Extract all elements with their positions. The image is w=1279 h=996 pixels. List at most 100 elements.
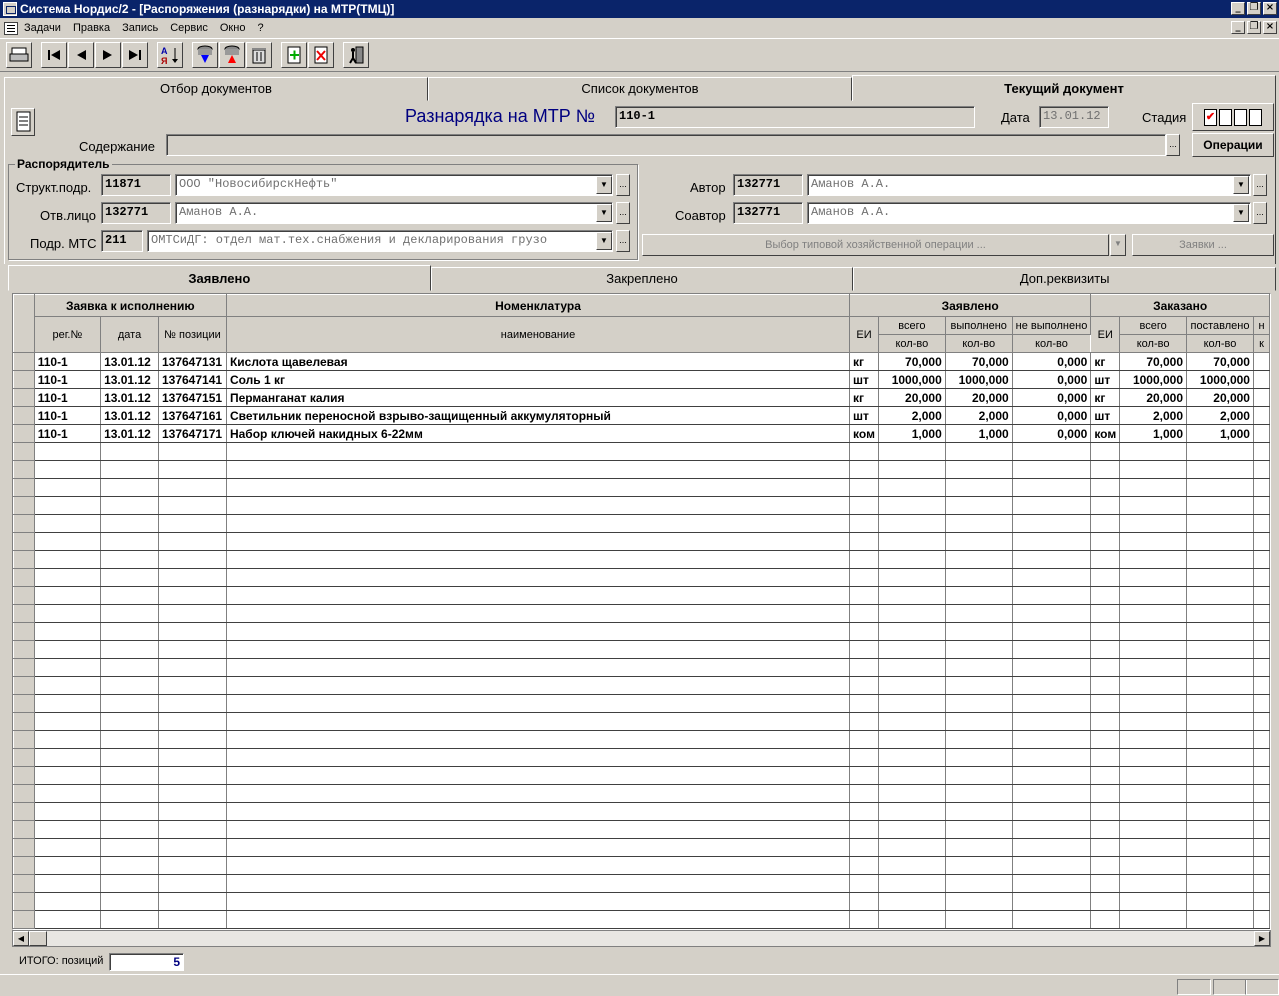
- cell-reg-number[interactable]: [33, 586, 102, 605]
- cell-date[interactable]: 13.01.12: [100, 424, 159, 443]
- cell-name[interactable]: [225, 730, 851, 749]
- cell-ordered-unit[interactable]: [1090, 568, 1121, 587]
- cell-ordered-delivered[interactable]: [1186, 658, 1254, 677]
- row-indicator[interactable]: [13, 910, 35, 929]
- table-row[interactable]: [13, 838, 1270, 857]
- cell-position-number[interactable]: [157, 658, 227, 677]
- struct-name-field[interactable]: ООО "НовосибирскНефть": [175, 174, 613, 196]
- cell-position-number[interactable]: 137647131: [157, 352, 227, 371]
- cell-ordered-total[interactable]: [1119, 568, 1188, 587]
- table-row[interactable]: [13, 622, 1270, 641]
- row-indicator[interactable]: [13, 352, 35, 371]
- cell-name[interactable]: [225, 532, 851, 551]
- table-row[interactable]: [13, 802, 1270, 821]
- table-row[interactable]: [13, 784, 1270, 803]
- cell-date[interactable]: [100, 676, 159, 695]
- cell-name[interactable]: [225, 874, 851, 893]
- menu-service[interactable]: Сервис: [170, 22, 208, 34]
- cell-ordered-unit[interactable]: [1090, 766, 1121, 785]
- mts-browse-button[interactable]: ...: [616, 230, 630, 252]
- cell-ordered-unit[interactable]: [1090, 514, 1121, 533]
- cell-ordered-unit[interactable]: [1090, 838, 1121, 857]
- row-indicator[interactable]: [13, 478, 35, 497]
- cell-position-number[interactable]: [157, 478, 227, 497]
- cell-declared-total[interactable]: [877, 532, 946, 551]
- cell-declared-done[interactable]: [944, 748, 1013, 767]
- cell-position-number[interactable]: [157, 586, 227, 605]
- cell-declared-not-done[interactable]: [1011, 622, 1092, 641]
- table-row[interactable]: [13, 676, 1270, 695]
- cell-unit[interactable]: [849, 586, 879, 605]
- cell-position-number[interactable]: [157, 694, 227, 713]
- row-indicator[interactable]: [13, 838, 35, 857]
- row-indicator[interactable]: [13, 442, 35, 461]
- cell-date[interactable]: [100, 838, 159, 857]
- struct-dropdown-icon[interactable]: ▼: [596, 176, 612, 194]
- table-row[interactable]: 110-1 13.01.12 137647141 Соль 1 кг шт 1000,00…: [13, 370, 1270, 389]
- cell-ordered-delivered[interactable]: [1186, 460, 1254, 479]
- cell-declared-done[interactable]: [944, 802, 1013, 821]
- table-row[interactable]: [13, 640, 1270, 659]
- cell-name[interactable]: [225, 514, 851, 533]
- save-down-icon[interactable]: [192, 42, 218, 68]
- delete-record-icon[interactable]: [308, 42, 334, 68]
- table-row[interactable]: 110-1 13.01.12 137647151 Перманганат калия к…: [13, 388, 1270, 407]
- cell-extra[interactable]: [1252, 586, 1270, 605]
- table-row[interactable]: [13, 730, 1270, 749]
- row-indicator[interactable]: [13, 874, 35, 893]
- table-row[interactable]: [13, 712, 1270, 731]
- cell-ordered-total[interactable]: [1119, 532, 1188, 551]
- cell-reg-number[interactable]: 110-1: [33, 424, 102, 443]
- cell-declared-not-done[interactable]: [1011, 514, 1092, 533]
- cell-declared-done[interactable]: [944, 892, 1013, 911]
- cell-declared-total[interactable]: 2,000: [877, 406, 946, 425]
- col-unit[interactable]: ЕИ: [849, 316, 879, 353]
- cell-unit[interactable]: [849, 838, 879, 857]
- cell-extra[interactable]: [1252, 730, 1270, 749]
- cell-declared-not-done[interactable]: [1011, 532, 1092, 551]
- cell-reg-number[interactable]: [33, 856, 102, 875]
- cell-declared-done[interactable]: [944, 532, 1013, 551]
- cell-declared-not-done[interactable]: [1011, 838, 1092, 857]
- tab-document-filter[interactable]: Отбор документов: [4, 77, 428, 101]
- cell-extra[interactable]: [1252, 478, 1270, 497]
- cell-extra[interactable]: [1252, 892, 1270, 911]
- table-row[interactable]: [13, 892, 1270, 911]
- cell-extra[interactable]: [1252, 460, 1270, 479]
- cell-ordered-unit[interactable]: [1090, 496, 1121, 515]
- cell-unit[interactable]: [849, 676, 879, 695]
- cell-declared-total[interactable]: [877, 676, 946, 695]
- cell-ordered-delivered[interactable]: [1186, 694, 1254, 713]
- cell-ordered-unit[interactable]: [1090, 550, 1121, 569]
- horizontal-scrollbar[interactable]: ◀ ▶: [12, 930, 1271, 947]
- cell-position-number[interactable]: [157, 802, 227, 821]
- cell-unit[interactable]: [849, 532, 879, 551]
- cell-declared-done[interactable]: [944, 712, 1013, 731]
- cell-unit[interactable]: [849, 766, 879, 785]
- cell-ordered-unit[interactable]: кг: [1090, 352, 1121, 371]
- resp-browse-button[interactable]: ...: [616, 202, 630, 224]
- child-minimize-button[interactable]: _: [1231, 21, 1245, 34]
- cell-declared-not-done[interactable]: [1011, 820, 1092, 839]
- cell-name[interactable]: [225, 838, 851, 857]
- cell-name[interactable]: [225, 820, 851, 839]
- cell-declared-not-done[interactable]: [1011, 748, 1092, 767]
- cell-ordered-total[interactable]: [1119, 784, 1188, 803]
- cell-extra[interactable]: [1252, 622, 1270, 641]
- cell-ordered-unit[interactable]: [1090, 478, 1121, 497]
- cell-ordered-unit[interactable]: [1090, 532, 1121, 551]
- cell-declared-total[interactable]: 70,000: [877, 352, 946, 371]
- cell-ordered-delivered[interactable]: [1186, 820, 1254, 839]
- cell-ordered-total[interactable]: [1119, 838, 1188, 857]
- cell-position-number[interactable]: 137647171: [157, 424, 227, 443]
- cell-declared-total[interactable]: [877, 550, 946, 569]
- col-position-number[interactable]: № позиции: [157, 316, 227, 353]
- cell-ordered-unit[interactable]: [1090, 586, 1121, 605]
- table-row[interactable]: [13, 550, 1270, 569]
- resp-dropdown-icon[interactable]: ▼: [596, 204, 612, 222]
- cell-ordered-delivered[interactable]: 2,000: [1186, 406, 1254, 425]
- col-declared-done[interactable]: выполнено: [944, 316, 1013, 335]
- row-indicator[interactable]: [13, 784, 35, 803]
- document-menu-icon[interactable]: [4, 21, 18, 35]
- app-icon[interactable]: [3, 2, 17, 16]
